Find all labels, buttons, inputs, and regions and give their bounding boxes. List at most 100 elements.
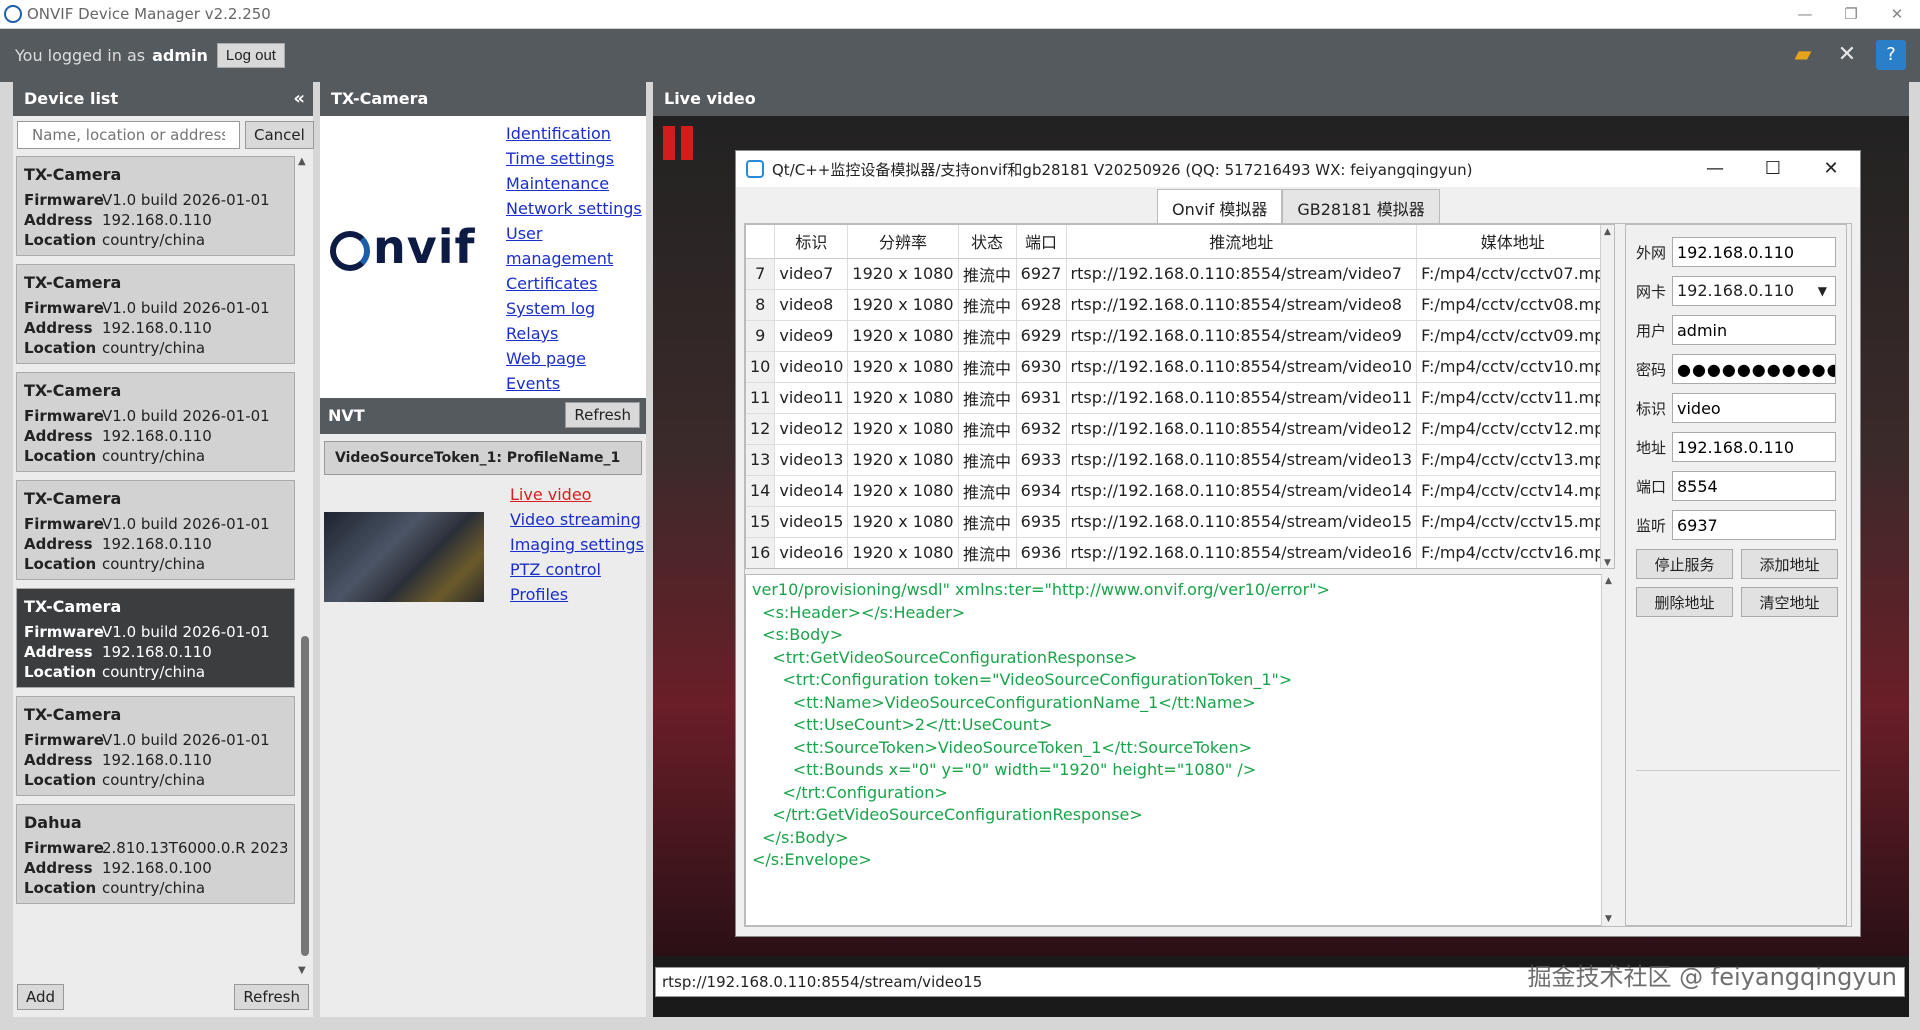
collapse-icon[interactable]: « (293, 82, 305, 116)
link-network-settings[interactable]: Network settings (506, 196, 646, 221)
link-user-management[interactable]: User management (506, 221, 646, 271)
clear-address-button[interactable]: 清空地址 (1741, 587, 1838, 617)
restore-button[interactable]: ❐ (1828, 0, 1874, 29)
link-ptz-control[interactable]: PTZ control (510, 557, 644, 582)
add-address-button[interactable]: 添加地址 (1741, 549, 1838, 579)
device-card[interactable]: TX-Camera Firmware V1.0 build 2026-01-01 Ad… (16, 372, 295, 472)
device-list-footer: Add Refresh (13, 977, 313, 1017)
application-settings-icon[interactable]: ▰ (1788, 40, 1818, 70)
column-header[interactable]: 媒体地址 (1416, 225, 1610, 259)
session-bar: You logged in as admin Log out ▰ ✕ ? (0, 29, 1920, 82)
link-web-page[interactable]: Web page (506, 346, 646, 371)
dialog-maximize-button[interactable]: ☐ (1744, 151, 1802, 187)
link-profiles[interactable]: Profiles (510, 582, 644, 607)
nvt-refresh-button[interactable]: Refresh (565, 402, 640, 428)
table-row[interactable]: 13 video13 1920 x 1080 推流中 6933 rtsp://192.16… (746, 444, 1610, 476)
table-scroll-up-icon[interactable]: ▲ (1604, 227, 1611, 237)
link-identification[interactable]: Identification (506, 121, 646, 146)
scrollbar-thumb[interactable] (301, 636, 309, 956)
firmware-key: Firmware (24, 623, 104, 641)
port-input[interactable] (1672, 471, 1836, 501)
device-card[interactable]: Dahua Firmware 2.810.13T6000.0.R 2023-(Add… (16, 804, 295, 904)
table-row[interactable]: 12 video12 1920 x 1080 推流中 6932 rtsp://192.16… (746, 413, 1610, 445)
row-number: 16 (746, 537, 776, 568)
table-row[interactable]: 15 video15 1920 x 1080 推流中 6935 rtsp://192.16… (746, 506, 1610, 538)
table-row[interactable]: 11 video11 1920 x 1080 推流中 6931 rtsp://192.16… (746, 382, 1610, 414)
address-input[interactable] (1672, 432, 1836, 462)
link-video-streaming[interactable]: Video streaming (510, 507, 644, 532)
device-card[interactable]: TX-Camera Firmware V1.0 build 2026-01-01 Ad… (16, 156, 295, 256)
cancel-search-button[interactable]: Cancel (245, 121, 314, 149)
table-cell: video11 (774, 382, 849, 414)
video-thumbnail[interactable] (324, 512, 484, 602)
xml-scrollbar[interactable]: ▲ ▼ (1601, 574, 1615, 926)
tools-icon[interactable]: ✕ (1832, 40, 1862, 70)
table-row[interactable]: 7 video7 1920 x 1080 推流中 6927 rtsp://192.168.… (746, 258, 1610, 290)
close-button[interactable]: ✕ (1874, 0, 1920, 29)
help-icon[interactable]: ? (1876, 40, 1906, 70)
table-cell: 6927 (1016, 258, 1067, 290)
column-header[interactable]: 状态 (958, 225, 1017, 259)
table-row[interactable]: 9 video9 1920 x 1080 推流中 6929 rtsp://192.168.… (746, 320, 1610, 352)
device-name: Dahua (24, 813, 82, 832)
device-card[interactable]: TX-Camera Firmware V1.0 build 2026-01-01 Ad… (16, 480, 295, 580)
xml-scroll-down-icon[interactable]: ▼ (1605, 914, 1612, 924)
tab-onvif[interactable]: Onvif 模拟器 (1157, 189, 1283, 227)
device-card[interactable]: TX-Camera Firmware V1.0 build 2026-01-01 Ad… (16, 588, 295, 688)
link-certificates[interactable]: Certificates (506, 271, 646, 296)
wan-label: 外网 (1636, 243, 1667, 262)
link-system-log[interactable]: System log (506, 296, 646, 321)
table-scroll-down-icon[interactable]: ▼ (1604, 558, 1611, 568)
column-header[interactable]: 端口 (1016, 225, 1067, 259)
stop-service-button[interactable]: 停止服务 (1636, 549, 1733, 579)
address-list[interactable] (1636, 627, 1840, 771)
minimize-button[interactable]: — (1782, 0, 1828, 29)
delete-address-button[interactable]: 删除地址 (1636, 587, 1733, 617)
link-events[interactable]: Events (506, 371, 646, 396)
table-scrollbar[interactable]: ▲ ▼ (1600, 225, 1614, 568)
password-input[interactable] (1672, 354, 1836, 384)
tab-gb28181[interactable]: GB28181 模拟器 (1282, 189, 1440, 227)
dialog-minimize-button[interactable]: — (1686, 151, 1744, 187)
user-label: 用户 (1636, 321, 1667, 340)
firmware-key: Firmware (24, 299, 104, 317)
device-list-scrollbar[interactable]: ▲ ▼ (298, 156, 310, 976)
profile-selector[interactable]: VideoSourceToken_1: ProfileName_1 (324, 441, 642, 475)
location-key: Location (24, 231, 97, 249)
column-header[interactable]: 推流地址 (1066, 225, 1418, 259)
column-header[interactable]: 分辨率 (847, 225, 959, 259)
table-row[interactable]: 14 video14 1920 x 1080 推流中 6934 rtsp://192.16… (746, 475, 1610, 507)
refresh-devices-button[interactable]: Refresh (234, 984, 309, 1010)
table-row[interactable]: 16 video16 1920 x 1080 推流中 6936 rtsp://192.16… (746, 537, 1610, 568)
table-row[interactable]: 10 video10 1920 x 1080 推流中 6930 rtsp://192.16… (746, 351, 1610, 383)
table-row[interactable]: 8 video8 1920 x 1080 推流中 6928 rtsp://192.168.… (746, 289, 1610, 321)
pause-icon[interactable] (663, 126, 693, 160)
xml-log[interactable]: ver10/provisioning/wsdl" xmlns:ter="http… (745, 574, 1615, 926)
scroll-up-icon[interactable]: ▲ (298, 156, 306, 167)
listen-label: 监听 (1636, 516, 1667, 535)
link-relays[interactable]: Relays (506, 321, 646, 346)
listen-input[interactable] (1672, 510, 1836, 540)
logout-button[interactable]: Log out (216, 43, 285, 68)
link-live-video[interactable]: Live video (510, 482, 644, 507)
table-cell: F:/mp4/cctv/cctv11.mp (1416, 382, 1610, 414)
add-device-button[interactable]: Add (17, 984, 65, 1010)
scroll-down-icon[interactable]: ▼ (298, 965, 306, 976)
device-search-input[interactable] (17, 121, 240, 149)
window-title: ONVIF Device Manager v2.2.250 (27, 5, 271, 23)
table-cell: 推流中 (958, 444, 1017, 476)
wan-input[interactable] (1672, 237, 1836, 267)
xml-scroll-up-icon[interactable]: ▲ (1605, 576, 1612, 586)
device-card[interactable]: TX-Camera Firmware V1.0 build 2026-01-01 Ad… (16, 264, 295, 364)
column-header[interactable]: 标识 (774, 225, 849, 259)
dialog-close-button[interactable]: ✕ (1802, 151, 1860, 187)
address-key: Address (24, 427, 93, 445)
device-card[interactable]: TX-Camera Firmware V1.0 build 2026-01-01 Ad… (16, 696, 295, 796)
link-maintenance[interactable]: Maintenance (506, 171, 646, 196)
table-cell: 推流中 (958, 258, 1017, 290)
id-input[interactable] (1672, 393, 1836, 423)
link-time-settings[interactable]: Time settings (506, 146, 646, 171)
nic-select[interactable]: 192.168.0.110 ▼ (1672, 276, 1836, 306)
user-input[interactable] (1672, 315, 1836, 345)
link-imaging-settings[interactable]: Imaging settings (510, 532, 644, 557)
